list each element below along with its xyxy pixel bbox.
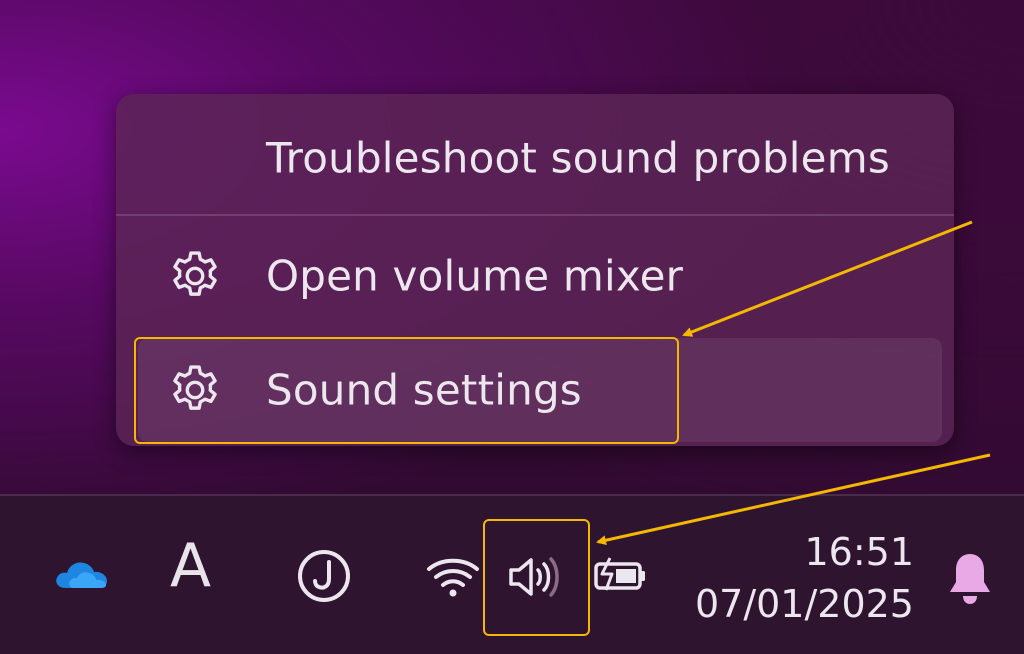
menu-separator xyxy=(116,214,954,216)
sound-context-menu: Troubleshoot sound problems Open volume … xyxy=(116,94,954,446)
menu-item-sound-settings[interactable]: Sound settings xyxy=(138,338,942,442)
clock-date: 07/01/2025 xyxy=(694,582,914,626)
menu-item-troubleshoot-sound[interactable]: Troubleshoot sound problems xyxy=(138,106,942,210)
taskbar-clock[interactable]: 16:51 07/01/2025 xyxy=(695,526,914,630)
bell-icon[interactable] xyxy=(944,550,996,610)
wifi-icon[interactable] xyxy=(424,554,482,600)
gear-icon xyxy=(173,251,217,296)
speaker-icon[interactable] xyxy=(505,552,565,602)
menu-item-label: Sound settings xyxy=(266,365,582,415)
menu-item-label: Troubleshoot sound problems xyxy=(266,133,890,183)
menu-item-label: Open volume mixer xyxy=(266,251,684,301)
clock-time: 16:51 xyxy=(804,530,914,574)
onedrive-icon[interactable] xyxy=(52,554,112,594)
j-icon[interactable] xyxy=(296,548,352,604)
gear-icon xyxy=(173,365,217,410)
battery-charging-icon[interactable] xyxy=(592,556,650,594)
taskbar: A 16:51 07/01/2025 xyxy=(0,494,1024,654)
ime-indicator[interactable]: A xyxy=(170,536,211,596)
menu-item-open-volume-mixer[interactable]: Open volume mixer xyxy=(138,224,942,328)
